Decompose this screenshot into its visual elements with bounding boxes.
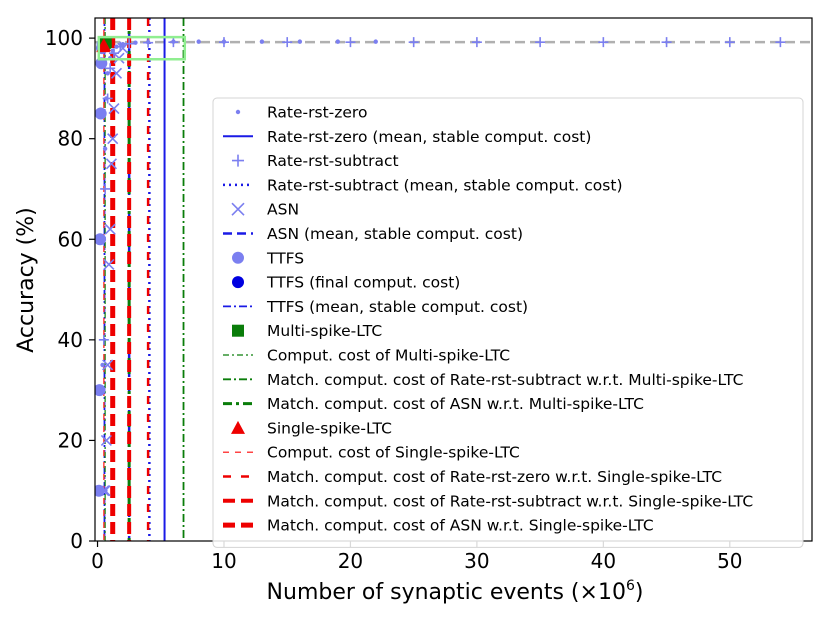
- y-tick-label: 20: [58, 428, 83, 452]
- legend-label-ttfs-final-comput-cost: TTFS (final comput. cost): [266, 274, 460, 292]
- point-rate-rst-zero: [196, 39, 201, 44]
- y-axis-title: Accuracy (%): [14, 207, 39, 353]
- legend-marker-ttfs-final-comput-cost: [232, 276, 244, 289]
- point-ttfs: [95, 107, 107, 120]
- legend-label-match-comput-cost-of-rate-rst-subtract-w-r-t-single-spike-ltc: Match. comput. cost of Rate-rst-subtract…: [267, 492, 753, 510]
- y-tick-label: 100: [45, 26, 83, 50]
- x-axis-title-main: Number of synaptic events (×10: [267, 580, 626, 605]
- legend-marker-rate-rst-zero: [235, 109, 241, 115]
- point-rate-rst-zero: [373, 39, 378, 44]
- legend-label-asn: ASN: [267, 201, 299, 219]
- legend-label-rate-rst-subtract-mean-stable-comput-cost: Rate-rst-subtract (mean, stable comput. …: [267, 176, 623, 194]
- x-tick-label: 50: [717, 549, 742, 573]
- legend-marker-ttfs: [232, 251, 244, 264]
- point-rate-rst-zero: [297, 39, 303, 44]
- x-tick-label: 40: [591, 549, 616, 573]
- legend-label-comput-cost-of-single-spike-ltc: Comput. cost of Single-spike-LTC: [267, 444, 520, 462]
- legend-marker-multi-spike-ltc: [232, 324, 244, 337]
- legend-label-match-comput-cost-of-rate-rst-zero-w-r-t-single-spike-ltc: Match. comput. cost of Rate-rst-zero w.r…: [267, 468, 722, 486]
- chart: 0 10 20 30 40 50 0 20 40 60 80 100 Accuracy (%) Num…: [14, 17, 813, 605]
- y-tick-label: 80: [58, 127, 83, 151]
- x-tick-label: 0: [91, 549, 104, 573]
- legend-label-single-spike-ltc: Single-spike-LTC: [267, 419, 392, 437]
- legend-label-multi-spike-ltc: Multi-spike-LTC: [267, 322, 382, 340]
- point-rate-rst-zero: [259, 39, 265, 44]
- x-axis-title-exponent: 6: [626, 578, 635, 594]
- legend-label-comput-cost-of-multi-spike-ltc: Comput. cost of Multi-spike-LTC: [267, 347, 510, 365]
- legend-label-ttfs: TTFS: [266, 249, 304, 267]
- point-rate-rst-zero: [102, 146, 108, 151]
- legend-label-match-comput-cost-of-asn-w-r-t-single-spike-ltc: Match. comput. cost of ASN w.r.t. Single…: [267, 517, 654, 535]
- legend-label-match-comput-cost-of-rate-rst-subtract-w-r-t-multi-spike-ltc: Match. comput. cost of Rate-rst-subtract…: [267, 371, 743, 389]
- legend-label-rate-rst-zero: Rate-rst-zero: [267, 104, 367, 122]
- point-rate-rst-zero: [335, 39, 340, 44]
- point-rate-rst-zero: [105, 71, 110, 76]
- x-tick-label: 20: [338, 549, 363, 573]
- legend: Rate-rst-zero Rate-rst-zero (mean, stable…: [212, 97, 804, 548]
- y-tick-label: 40: [58, 328, 83, 352]
- legend-label-rate-rst-zero-mean-stable-comput-cost: Rate-rst-zero (mean, stable comput. cost…: [267, 128, 591, 146]
- legend-label-rate-rst-subtract: Rate-rst-subtract: [267, 152, 399, 170]
- y-tick-label: 0: [70, 529, 83, 553]
- point-rate-rst-zero: [100, 362, 105, 368]
- x-tick-label: 30: [464, 549, 489, 573]
- point-ttfs: [95, 233, 107, 246]
- legend-label-ttfs-mean-stable-comput-cost: TTFS (mean, stable comput. cost): [266, 298, 528, 316]
- y-tick-label: 60: [58, 227, 83, 251]
- legend-label-match-comput-cost-of-asn-w-r-t-multi-spike-ltc: Match. comput. cost of ASN w.r.t. Multi-…: [267, 395, 644, 413]
- legend-label-asn-mean-stable-comput-cost: ASN (mean, stable comput. cost): [267, 225, 523, 243]
- x-axis-title-close: ): [635, 580, 644, 605]
- x-tick-label: 10: [211, 549, 236, 573]
- x-axis-title: Number of synaptic events (×106): [267, 578, 644, 605]
